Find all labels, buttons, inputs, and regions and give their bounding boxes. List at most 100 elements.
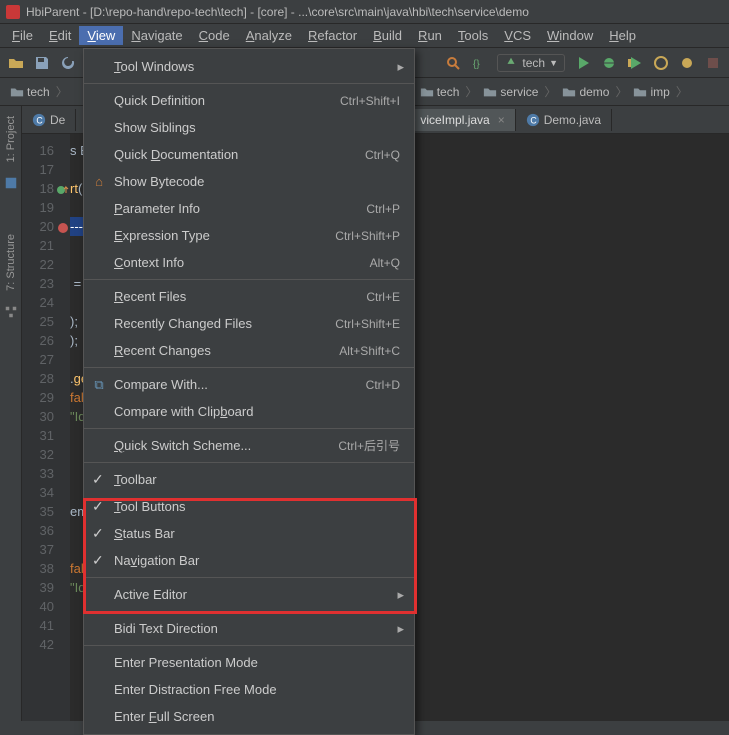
menu-item-quick-switch-scheme[interactable]: Quick Switch Scheme...Ctrl+后引号	[84, 432, 414, 459]
menu-item-compare-with-clipboard[interactable]: Compare with Clipboard	[84, 398, 414, 425]
menu-item-enter-presentation-mode[interactable]: Enter Presentation Mode	[84, 649, 414, 676]
line-number: 24	[22, 293, 70, 312]
chevron-down-icon: ▼	[549, 58, 558, 68]
menu-separator	[84, 645, 414, 646]
menu-separator	[84, 428, 414, 429]
svg-text:C: C	[36, 115, 42, 125]
stop-icon[interactable]	[705, 55, 721, 71]
editor-tab[interactable]: CDe	[22, 109, 76, 131]
line-number: 41	[22, 616, 70, 635]
view-menu-dropdown: Tool Windows▸ Quick DefinitionCtrl+Shift+…	[83, 48, 415, 735]
menu-window[interactable]: Window	[539, 26, 601, 45]
menu-run[interactable]: Run	[410, 26, 450, 45]
diff-icon: ⧉	[90, 377, 108, 393]
editor-tab[interactable]: CDemo.java	[516, 109, 612, 131]
line-number: 33	[22, 464, 70, 483]
menu-item-compare-with[interactable]: ⧉Compare With...Ctrl+D	[84, 371, 414, 398]
breadcrumb-item[interactable]: demo	[558, 83, 613, 101]
breadcrumb-separator: 〉	[613, 83, 629, 100]
menu-separator	[84, 279, 414, 280]
menu-item-recent-changes[interactable]: Recent ChangesAlt+Shift+C	[84, 337, 414, 364]
menu-item-label: Quick Documentation	[114, 147, 238, 162]
menu-item-label: Recently Changed Files	[114, 316, 252, 331]
menu-item-label: Show Siblings	[114, 120, 196, 135]
menu-help[interactable]: Help	[601, 26, 644, 45]
structure-icon[interactable]	[4, 305, 18, 319]
menu-item-toolbar[interactable]: ✓Toolbar	[84, 466, 414, 493]
menu-item-label: Show Bytecode	[114, 174, 204, 189]
menu-shortcut: Ctrl+Shift+E	[335, 317, 400, 331]
debug-icon[interactable]	[601, 55, 617, 71]
attach-icon[interactable]	[679, 55, 695, 71]
menu-navigate[interactable]: Navigate	[123, 26, 190, 45]
menu-shortcut: Ctrl+后引号	[338, 437, 400, 454]
menu-item-quick-definition[interactable]: Quick DefinitionCtrl+Shift+I	[84, 87, 414, 114]
sync-icon[interactable]	[60, 55, 76, 71]
check-icon: ✓	[92, 471, 104, 488]
line-number: 32	[22, 445, 70, 464]
profile-icon[interactable]	[653, 55, 669, 71]
line-number: 25	[22, 312, 70, 331]
breakpoint-gutter-icon[interactable]	[57, 220, 69, 232]
menu-separator	[84, 83, 414, 84]
menu-item-label: Active Editor	[114, 587, 187, 602]
left-tool-rail: 1: Project 7: Structure	[0, 106, 22, 721]
menu-item-expression-type[interactable]: Expression TypeCtrl+Shift+P	[84, 222, 414, 249]
override-gutter-icon[interactable]	[57, 182, 69, 194]
breadcrumb-item[interactable]: imp	[629, 83, 673, 101]
line-number: 26	[22, 331, 70, 350]
menu-item-show-siblings[interactable]: Show Siblings	[84, 114, 414, 141]
breadcrumb-item[interactable]: service	[479, 83, 542, 101]
menu-item-show-bytecode[interactable]: ⌂Show Bytecode	[84, 168, 414, 195]
menu-item-recently-changed-files[interactable]: Recently Changed Files Ctrl+Shift+E	[84, 310, 414, 337]
menu-file[interactable]: File	[4, 26, 41, 45]
menu-item-bidi-text-direction[interactable]: Bidi Text Direction▸	[84, 615, 414, 642]
check-icon: ✓	[92, 552, 104, 569]
menu-analyze[interactable]: Analyze	[238, 26, 300, 45]
open-icon[interactable]	[8, 55, 24, 71]
breadcrumb-separator: 〉	[674, 83, 690, 100]
menu-item-enter-distraction-free-mode[interactable]: Enter Distraction Free Mode	[84, 676, 414, 703]
tool-window-structure[interactable]: 7: Structure	[5, 230, 17, 295]
coverage-icon[interactable]	[627, 55, 643, 71]
tool-window-project[interactable]: 1: Project	[5, 112, 17, 166]
menu-item-context-info[interactable]: Context InfoAlt+Q	[84, 249, 414, 276]
menu-refactor[interactable]: Refactor	[300, 26, 365, 45]
menu-item-label: Enter Full Screen	[114, 709, 214, 724]
menu-item-tool-windows[interactable]: Tool Windows▸	[84, 53, 414, 80]
menu-vcs[interactable]: VCS	[496, 26, 539, 45]
settings-icon[interactable]: {}	[471, 55, 487, 71]
run-config-selector[interactable]: tech ▼	[497, 54, 565, 72]
menu-item-label: Recent Changes	[114, 343, 211, 358]
line-number: 30	[22, 407, 70, 426]
menu-item-parameter-info[interactable]: Parameter InfoCtrl+P	[84, 195, 414, 222]
menu-shortcut: Ctrl+Shift+I	[340, 94, 400, 108]
close-icon[interactable]: ×	[498, 113, 505, 127]
menu-item-enter-full-screen[interactable]: Enter Full Screen	[84, 703, 414, 730]
menu-item-recent-files[interactable]: Recent FilesCtrl+E	[84, 283, 414, 310]
menu-item-status-bar[interactable]: ✓Status Bar	[84, 520, 414, 547]
menu-item-label: Status Bar	[114, 526, 175, 541]
save-all-icon[interactable]	[34, 55, 50, 71]
run-icon[interactable]	[575, 55, 591, 71]
menu-shortcut: Alt+Q	[370, 256, 400, 270]
window-title: HbiParent - [D:\repo-hand\repo-tech\tech…	[26, 5, 529, 19]
menu-item-quick-documentation[interactable]: Quick Documentation Ctrl+Q	[84, 141, 414, 168]
menu-item-tool-buttons[interactable]: ✓Tool Buttons	[84, 493, 414, 520]
gutter: 1617181920212223242526272829303132333435…	[22, 106, 70, 721]
menu-item-label: Enter Presentation Mode	[114, 655, 258, 670]
menu-item-active-editor[interactable]: Active Editor▸	[84, 581, 414, 608]
line-number: 38	[22, 559, 70, 578]
project-icon[interactable]	[4, 176, 18, 190]
menu-code[interactable]: Code	[191, 26, 238, 45]
menu-tools[interactable]: Tools	[450, 26, 496, 45]
menu-shortcut: Ctrl+Q	[365, 148, 400, 162]
line-number: 37	[22, 540, 70, 559]
menu-view[interactable]: View	[79, 26, 123, 45]
search-icon[interactable]	[445, 55, 461, 71]
menu-edit[interactable]: Edit	[41, 26, 79, 45]
menu-item-navigation-bar[interactable]: ✓Navigation Bar	[84, 547, 414, 574]
menu-build[interactable]: Build	[365, 26, 410, 45]
breadcrumb-item[interactable]: tech	[6, 83, 54, 101]
breadcrumb-item[interactable]: tech	[416, 83, 464, 101]
